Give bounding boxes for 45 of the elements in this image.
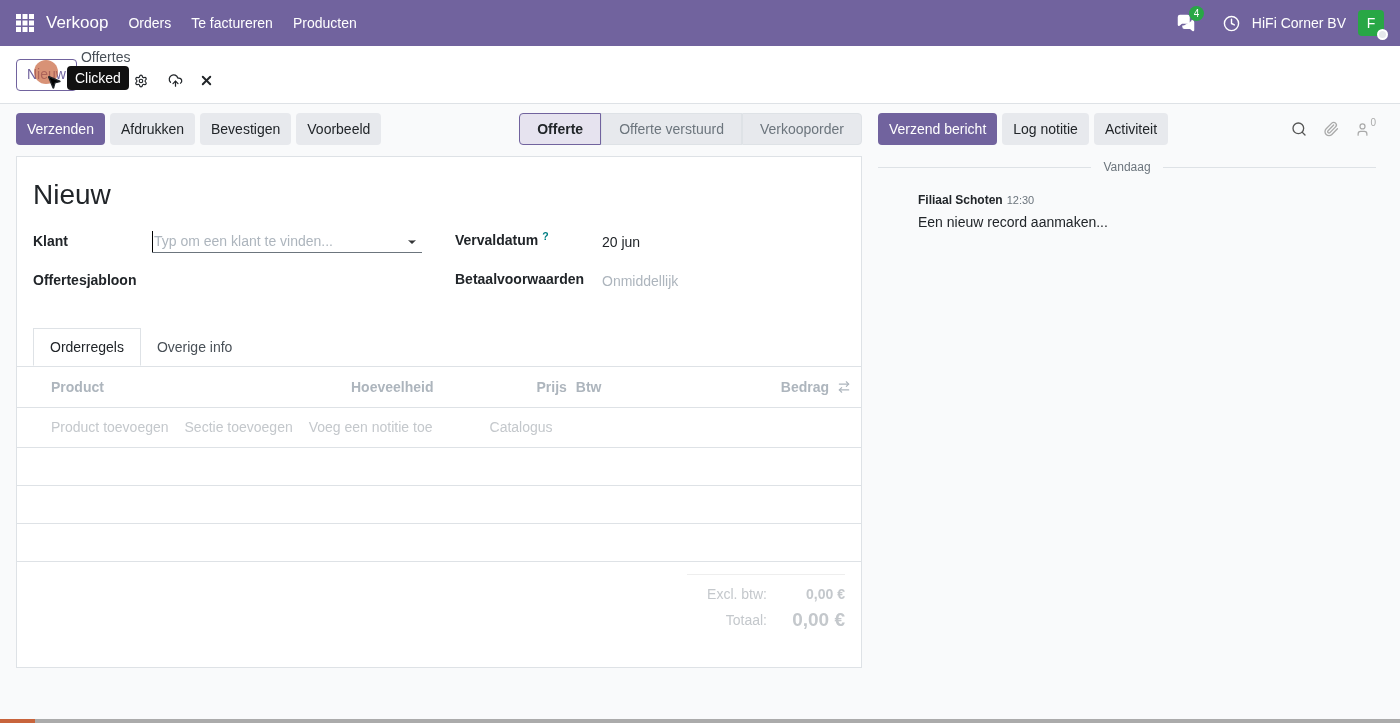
form-tab[interactable]: Overige info	[140, 328, 249, 366]
clock-icon[interactable]	[1222, 14, 1240, 32]
customer-field[interactable]: Typ om een klant te vinden...	[152, 231, 422, 253]
followers-count: 0	[1370, 118, 1376, 128]
total-value: 0,00 €	[791, 607, 845, 632]
chatter-button[interactable]: Activiteit	[1093, 113, 1169, 145]
save-icon[interactable]	[168, 73, 184, 88]
user-avatar[interactable]: F	[1358, 10, 1384, 36]
field-label: Offertesjabloon	[33, 271, 138, 290]
total-label: Excl. btw:	[707, 584, 767, 604]
chatter-button[interactable]: Verzend bericht	[878, 113, 998, 145]
menu-item[interactable]: Producten	[292, 12, 357, 34]
total-value: 0,00 €	[805, 584, 845, 604]
app-name[interactable]: Verkoop	[46, 10, 109, 36]
company-switcher[interactable]: HiFi Corner BV	[1251, 12, 1346, 34]
record-title: Nieuw	[33, 178, 112, 212]
message-author: Filiaal Schoten	[918, 192, 1003, 209]
action-button[interactable]: Verzenden	[16, 113, 105, 145]
field-label: Vervaldatum $^{?}$	[455, 230, 550, 250]
messages-icon[interactable]	[1176, 14, 1195, 32]
date-separator: Vandaag	[1103, 159, 1151, 176]
status-stage[interactable]: Offerte	[519, 113, 602, 145]
breadcrumb-link[interactable]: Offertes	[80, 49, 131, 65]
field-value[interactable]: 20 jun	[602, 232, 641, 253]
action-button[interactable]: Afdrukken	[109, 113, 195, 145]
settings-icon[interactable]	[134, 73, 149, 88]
message-body: Een nieuw record aanmaken...	[918, 213, 1109, 232]
help-tooltip[interactable]: ?	[542, 229, 549, 242]
form-tab[interactable]: Orderregels	[33, 328, 141, 366]
paperclip-icon[interactable]	[1323, 121, 1340, 137]
chatter-button[interactable]: Log notitie	[1002, 113, 1089, 145]
action-button[interactable]: Voorbeeld	[296, 113, 382, 145]
message-count-badge: 4	[1188, 6, 1205, 21]
menu-item[interactable]: Te factureren	[191, 12, 273, 34]
menu-item[interactable]: Orders	[128, 12, 172, 34]
message-time: 12:30	[1006, 193, 1035, 208]
search-icon[interactable]	[1291, 121, 1308, 137]
total-label: Totaal:	[725, 610, 767, 630]
status-stage[interactable]: Offerte verstuurd	[601, 113, 742, 145]
field-label: Betaalvoorwaarden	[455, 270, 586, 289]
status-stage[interactable]: Verkooporder	[741, 113, 862, 145]
field-label: Klant	[33, 232, 69, 251]
tooltip: Clicked	[67, 66, 129, 90]
action-button[interactable]: Bevestigen	[200, 113, 292, 145]
apps-grid-icon[interactable]	[16, 14, 34, 32]
